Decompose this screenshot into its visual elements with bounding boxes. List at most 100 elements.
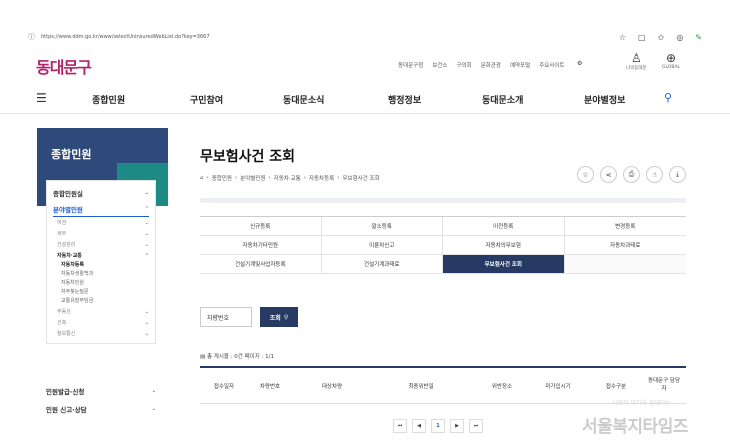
tab-other-car-civil[interactable]: 자동차기타민원 [200, 236, 322, 255]
sidebar-subitem[interactable]: 건설관리 ⌄ [53, 239, 149, 250]
tab-uninsured-lookup[interactable]: 무보험사건 조회 [443, 255, 565, 274]
nav-item-civil[interactable]: 종합민원 [92, 93, 125, 106]
search-icon: ⚲ [283, 313, 289, 321]
sidebar-subitem[interactable]: 건축 ⌄ [53, 317, 149, 328]
util-link[interactable]: 예약포털 [510, 61, 530, 69]
search-field-select[interactable]: 차량번호 [200, 307, 252, 327]
util-link[interactable]: 주요사이트 [539, 61, 564, 69]
tab-construction-machine-registration[interactable]: 건설기계및사업자등록 [200, 255, 322, 274]
col-header: 접수구분 [605, 384, 627, 390]
hamburger-menu-icon[interactable]: ☰ [36, 91, 47, 105]
bookmark-star-icon[interactable]: ☆ [619, 33, 626, 42]
sidebar-item-active[interactable]: 분야별민원 ⌃ [53, 201, 149, 217]
page-number[interactable]: 1 [431, 419, 445, 433]
tab-change[interactable]: 변경등록 [564, 217, 686, 236]
tab-car-fines[interactable]: 자동차과태료 [564, 236, 686, 255]
col-header: 접수일자 [213, 384, 235, 390]
breadcrumb-current: 무보험사건 조회 [342, 176, 380, 182]
sidebar-item[interactable]: 종합민원실 ⌄ [53, 185, 149, 201]
favorite-star-icon[interactable]: ☆ [577, 166, 594, 183]
utility-links: 동대문구청 보건소 구의회 문화관광 예약포털 주요사이트 [398, 61, 565, 69]
col-header: 동대문구 담당자 [647, 378, 681, 392]
next-page-icon[interactable]: ▶ [450, 419, 464, 433]
tab-mandatory-insurance[interactable]: 자동차의무보험 [443, 236, 565, 255]
tab-new-registration[interactable]: 신규등록 [200, 217, 322, 236]
divider-bar [200, 198, 686, 203]
chevron-down-icon: ⌄ [144, 308, 149, 315]
hand-zoom-icon[interactable]: ☝ [646, 166, 663, 183]
tab-cancellation[interactable]: 말소등록 [321, 217, 443, 236]
sidebar-subitem[interactable]: 정보통신 ⌄ [53, 328, 149, 339]
breadcrumb: ⌂ › 종합민원 › 분야별민원 › 자동차·교통 › 자동차등록 › 무보험사건 조회 [200, 174, 380, 182]
collections-icon[interactable]: ◎ [676, 33, 683, 42]
sidebar-subitem[interactable]: 세무 ⌄ [53, 228, 149, 239]
tab-empty [564, 255, 686, 274]
prev-page-icon[interactable]: ◀ [412, 419, 426, 433]
breadcrumb-item[interactable]: 자동차·교통 [274, 174, 301, 182]
sidebar-leaf[interactable]: 자동차생활백과 [53, 270, 149, 279]
sidebar-leaf-active[interactable]: 자동차등록 [53, 261, 149, 270]
chevron-down-icon: ⌄ [151, 388, 156, 394]
tab-transfer[interactable]: 이전등록 [443, 217, 565, 236]
first-page-icon[interactable]: ⏮ [393, 419, 407, 433]
sidebar-title: 종합민원 [51, 148, 92, 161]
address-bar[interactable]: https://www.ddm.go.kr/www/selectUnInsure… [41, 34, 210, 40]
site-info-icon[interactable]: ⓘ [28, 32, 35, 42]
col-header: 위반장소 [491, 384, 513, 390]
search-icon[interactable]: ⚲ [664, 91, 672, 104]
chevron-down-icon: ⌄ [144, 241, 149, 248]
home-icon[interactable]: ⌂ [200, 175, 204, 181]
browser-bar: ⓘ https://www.ddm.go.kr/www/selectUnInsu… [0, 28, 730, 46]
download-icon[interactable]: ⤓ [669, 166, 686, 183]
nav-item-news[interactable]: 동대문소식 [283, 93, 324, 106]
sidebar-leaf[interactable]: 교통유발부담금 [53, 297, 149, 306]
post-count: ▤ 총 게시물 : 0건 페이지 : 1/1 [200, 354, 274, 360]
util-link[interactable]: 구의회 [457, 61, 472, 69]
breadcrumb-item[interactable]: 종합민원 [212, 174, 232, 182]
col-header: 최종위반일 [408, 384, 434, 390]
search-row: 차량번호 조회 ⚲ [200, 307, 298, 327]
watermark-subtitle: 사회의 약자와 함께하는 [612, 400, 672, 407]
last-page-icon[interactable]: ⏭ [469, 419, 483, 433]
util-link[interactable]: 동대문구청 [398, 61, 423, 69]
breadcrumb-item[interactable]: 분야별민원 [240, 174, 265, 182]
nav-item-field-info[interactable]: 분야별정보 [584, 93, 625, 106]
watermark: 서울복지타임즈 [582, 417, 688, 437]
site-logo[interactable]: 동대문구 [36, 54, 92, 78]
my-dongdaemun-button[interactable]: ♙ 나의동대문 [626, 52, 647, 72]
chevron-down-icon: ⌄ [151, 406, 156, 412]
favorites-icon[interactable]: ✩ [658, 33, 665, 42]
pagination: ⏮ ◀ 1 ▶ ⏭ [393, 419, 483, 433]
tab-construction-machine-fines[interactable]: 건설기계과태료 [321, 255, 443, 274]
tab-two-wheeler[interactable]: 이륜차신고 [321, 236, 443, 255]
col-header: 대상차량 [321, 384, 343, 390]
sidebar-item[interactable]: 민원 신고·상담 ⌄ [46, 400, 156, 418]
nav-item-participation[interactable]: 구민참여 [190, 93, 223, 106]
chevron-down-icon: ⌄ [144, 219, 149, 226]
sidebar-subitem-active[interactable]: 자동차·교통 ⌃ [53, 250, 149, 261]
list-icon: ▤ [200, 354, 206, 360]
tab-icon[interactable]: ▢ [638, 33, 646, 42]
util-link[interactable]: 문화관광 [481, 61, 501, 69]
main-nav: ☰ 종합민원 구민참여 동대문소식 행정정보 동대문소개 분야별정보 ⚲ [0, 84, 730, 114]
gear-icon[interactable]: ⚙ [577, 60, 582, 67]
sidebar-leaf[interactable]: 자동차민원 [53, 279, 149, 288]
sidebar-subitem[interactable]: 여권 ⌄ [53, 217, 149, 228]
col-header: 미가입시기 [545, 384, 571, 390]
sidebar-leaf[interactable]: 자주찾는질문 [53, 288, 149, 297]
chevron-up-icon: ⌃ [144, 205, 149, 212]
sidebar-item[interactable]: 민원발급·신청 ⌄ [46, 382, 156, 400]
extension-icon[interactable]: ✎ [695, 33, 702, 42]
print-icon[interactable]: ⎙ [623, 166, 640, 183]
page-tools: ☆ ⋖ ⎙ ☝ ⤓ [577, 166, 686, 183]
util-link[interactable]: 보건소 [432, 61, 447, 69]
chevron-down-icon: ⌄ [144, 190, 149, 196]
nav-item-admin[interactable]: 행정정보 [388, 93, 421, 106]
global-button[interactable]: ⊕ GLOBAL [662, 52, 680, 71]
search-button[interactable]: 조회 ⚲ [260, 307, 298, 327]
nav-item-about[interactable]: 동대문소개 [482, 93, 523, 106]
chevron-down-icon: ⌄ [144, 230, 149, 237]
share-icon[interactable]: ⋖ [600, 166, 617, 183]
breadcrumb-item[interactable]: 자동차등록 [309, 174, 334, 182]
sidebar-subitem[interactable]: 부동산 ⌄ [53, 306, 149, 317]
